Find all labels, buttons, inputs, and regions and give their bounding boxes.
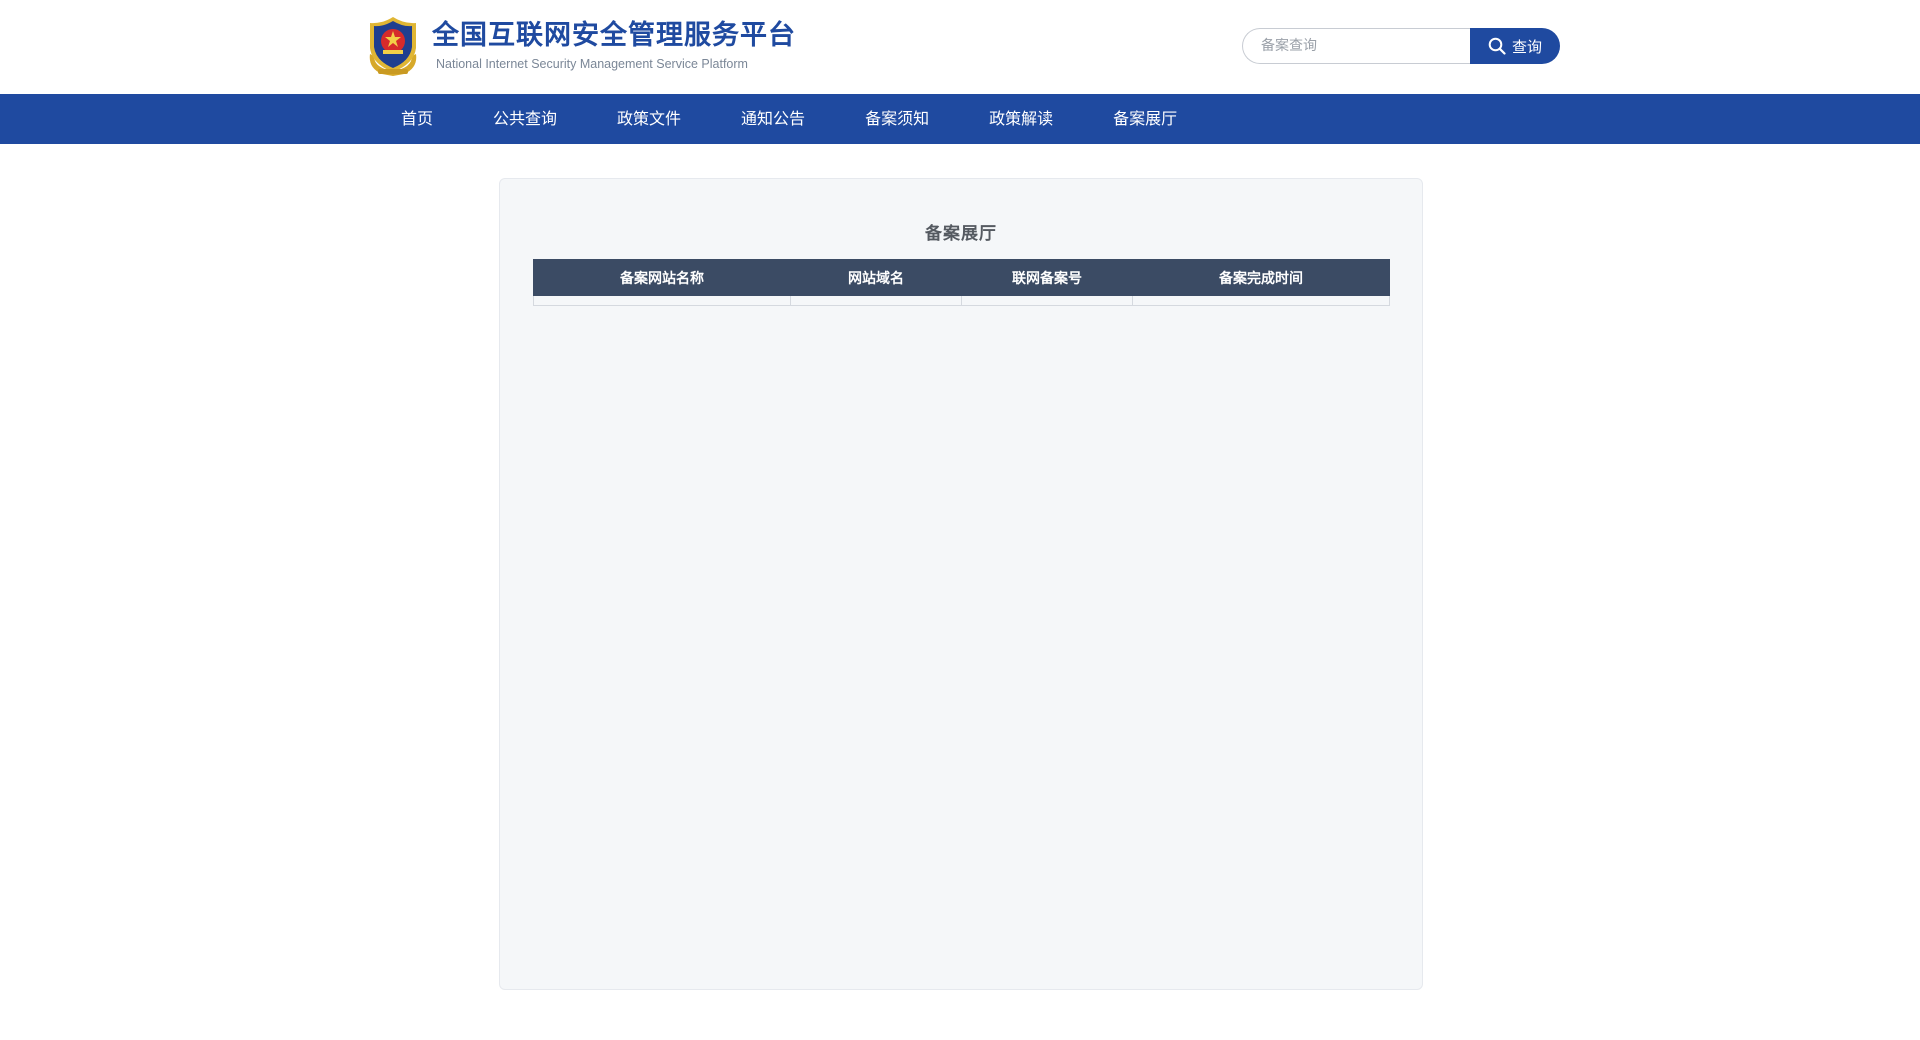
column-header-site-name: 备案网站名称 xyxy=(533,259,791,296)
table-header-row: 备案网站名称 网站域名 联网备案号 备案完成时间 xyxy=(533,259,1390,296)
nav-item-filing-hall[interactable]: 备案展厅 xyxy=(1089,94,1201,144)
nav-item-policy-interpretation[interactable]: 政策解读 xyxy=(965,94,1077,144)
column-header-completion-time: 备案完成时间 xyxy=(1132,259,1390,296)
record-search: 查询 xyxy=(1242,28,1560,64)
search-input[interactable] xyxy=(1242,28,1470,64)
table-row xyxy=(533,295,1390,306)
column-header-domain: 网站域名 xyxy=(790,259,962,296)
site-logo[interactable]: 全国互联网安全管理服务平台 National Internet Security… xyxy=(364,13,796,79)
page-title: 备案展厅 xyxy=(925,224,997,244)
table-cell xyxy=(961,295,1133,306)
search-button[interactable]: 查询 xyxy=(1470,28,1560,64)
table-cell xyxy=(790,295,962,306)
nav-item-public-query[interactable]: 公共查询 xyxy=(469,94,581,144)
nav-item-notices[interactable]: 通知公告 xyxy=(717,94,829,144)
filing-table: 备案网站名称 网站域名 联网备案号 备案完成时间 xyxy=(533,259,1390,306)
police-emblem-icon xyxy=(369,17,417,76)
nav-item-home[interactable]: 首页 xyxy=(377,94,457,144)
main-nav: 首页 公共查询 政策文件 通知公告 备案须知 政策解读 备案展厅 xyxy=(0,94,1920,144)
search-button-label: 查询 xyxy=(1511,37,1542,56)
site-header: 全国互联网安全管理服务平台 National Internet Security… xyxy=(0,0,1920,94)
nav-item-filing-guide[interactable]: 备案须知 xyxy=(841,94,953,144)
table-cell xyxy=(533,295,791,306)
filing-hall-panel: 备案展厅 备案网站名称 网站域名 联网备案号 备案完成时间 xyxy=(499,178,1423,990)
nav-item-policy-documents[interactable]: 政策文件 xyxy=(593,94,705,144)
table-cell xyxy=(1132,295,1390,306)
site-title: 全国互联网安全管理服务平台 xyxy=(432,19,796,51)
nav-list: 首页 公共查询 政策文件 通知公告 备案须知 政策解读 备案展厅 xyxy=(377,94,1213,144)
column-header-record-number: 联网备案号 xyxy=(961,259,1133,296)
search-icon xyxy=(1488,37,1506,55)
site-subtitle: National Internet Security Management Se… xyxy=(436,56,748,71)
